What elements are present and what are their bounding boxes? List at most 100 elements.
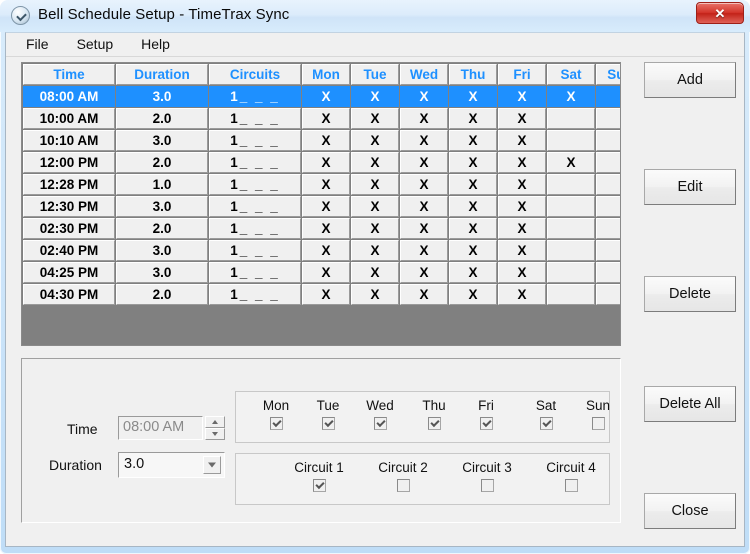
day-checkbox-fri[interactable]: Fri: [464, 398, 508, 435]
column-header-duration[interactable]: Duration: [116, 64, 208, 85]
schedule-grid[interactable]: Time Duration Circuits Mon Tue Wed Thu F…: [21, 62, 621, 346]
checkbox-icon[interactable]: [396, 479, 410, 492]
day-checkbox-label: Wed: [366, 398, 394, 413]
circuit-checkbox-4[interactable]: Circuit 4: [536, 460, 606, 497]
day-checkbox-mon[interactable]: Mon: [254, 398, 298, 435]
add-button[interactable]: Add: [644, 62, 736, 98]
checkbox-icon[interactable]: [269, 417, 283, 430]
table-row[interactable]: 12:28 PM 1.0 1 _ _ _ X X X X X: [23, 174, 620, 195]
menu-item-file[interactable]: File: [18, 34, 61, 55]
delete-button[interactable]: Delete: [644, 276, 736, 312]
checkbox-icon[interactable]: [591, 417, 605, 430]
table-row[interactable]: 10:00 AM 2.0 1 _ _ _ X X X X X: [23, 108, 620, 129]
cell-circuits: 1 _ _ _: [209, 262, 301, 283]
edit-button[interactable]: Edit: [644, 169, 736, 205]
day-checkbox-label: Sat: [535, 398, 557, 413]
table-row[interactable]: 12:30 PM 3.0 1 _ _ _ X X X X X: [23, 196, 620, 217]
cell-circuits: 1 _ _ _: [209, 284, 301, 305]
cell-circuits: 1 _ _ _: [209, 152, 301, 173]
spinner-down-icon[interactable]: [205, 428, 225, 440]
time-spinner[interactable]: [205, 416, 225, 440]
cell-duration: 1.0: [116, 174, 208, 195]
table-body: 08:00 AM 3.0 1 _ _ _ X X X X X X 10:00 AM 2.0 1 _ _ _…: [23, 86, 620, 305]
table-row[interactable]: 02:30 PM 2.0 1 _ _ _ X X X X X: [23, 218, 620, 239]
day-checkbox-label: Thu: [422, 398, 446, 413]
schedule-table: Time Duration Circuits Mon Tue Wed Thu F…: [22, 63, 620, 306]
cell-day-sat: [547, 174, 595, 195]
day-checkbox-sat[interactable]: Sat: [524, 398, 568, 435]
spinner-up-icon[interactable]: [205, 416, 225, 428]
cell-time: 04:30 PM: [23, 284, 115, 305]
duration-dropdown[interactable]: 3.0: [118, 452, 225, 478]
cell-day-thu: X: [449, 130, 497, 151]
cell-day-mon: X: [302, 262, 350, 283]
circuit-checkbox-3[interactable]: Circuit 3: [452, 460, 522, 497]
cell-day-sun: [596, 196, 620, 217]
checkbox-icon[interactable]: [539, 417, 553, 430]
client-area: File Setup Help Time Duration Circuits M…: [5, 32, 745, 547]
column-header-tue[interactable]: Tue: [351, 64, 399, 85]
checkbox-icon[interactable]: [321, 417, 335, 430]
checkbox-icon[interactable]: [480, 479, 494, 492]
day-checkbox-label: Sun: [585, 398, 611, 413]
checkbox-icon[interactable]: [479, 417, 493, 430]
close-icon: ✕: [714, 5, 726, 21]
table-row[interactable]: 02:40 PM 3.0 1 _ _ _ X X X X X: [23, 240, 620, 261]
column-header-circuits[interactable]: Circuits: [209, 64, 301, 85]
cell-day-mon: X: [302, 86, 350, 107]
cell-duration: 3.0: [116, 86, 208, 107]
cell-circuits: 1 _ _ _: [209, 86, 301, 107]
menu-bar: File Setup Help: [6, 33, 744, 57]
cell-day-sun: [596, 130, 620, 151]
cell-day-mon: X: [302, 218, 350, 239]
cell-circuits: 1 _ _ _: [209, 240, 301, 261]
menu-item-help[interactable]: Help: [133, 34, 182, 55]
chevron-down-icon[interactable]: [203, 456, 221, 474]
day-checkbox-sun[interactable]: Sun: [576, 398, 620, 435]
close-window-button[interactable]: ✕: [696, 2, 744, 24]
cell-day-fri: X: [498, 218, 546, 239]
checkbox-icon[interactable]: [373, 417, 387, 430]
column-header-sun[interactable]: Sun: [596, 64, 620, 85]
cell-day-fri: X: [498, 174, 546, 195]
table-row[interactable]: 10:10 AM 3.0 1 _ _ _ X X X X X: [23, 130, 620, 151]
cell-day-fri: X: [498, 262, 546, 283]
column-header-time[interactable]: Time: [23, 64, 115, 85]
cell-day-wed: X: [400, 174, 448, 195]
checkbox-icon[interactable]: [312, 479, 326, 492]
table-row[interactable]: 12:00 PM 2.0 1 _ _ _ X X X X X X: [23, 152, 620, 173]
cell-time: 12:00 PM: [23, 152, 115, 173]
column-header-thu[interactable]: Thu: [449, 64, 497, 85]
cell-day-fri: X: [498, 196, 546, 217]
time-field-label: Time: [67, 421, 98, 437]
cell-day-thu: X: [449, 218, 497, 239]
clock-icon: [11, 6, 30, 25]
cell-day-sun: [596, 218, 620, 239]
menu-item-setup[interactable]: Setup: [69, 34, 126, 55]
column-header-wed[interactable]: Wed: [400, 64, 448, 85]
day-checkbox-label: Mon: [262, 398, 290, 413]
cell-day-fri: X: [498, 86, 546, 107]
time-input[interactable]: 08:00 AM: [118, 416, 203, 440]
circuit-checkbox-1[interactable]: Circuit 1: [284, 460, 354, 497]
day-checkbox-label: Tue: [316, 398, 340, 413]
circuit-checkbox-2[interactable]: Circuit 2: [368, 460, 438, 497]
table-row[interactable]: 04:30 PM 2.0 1 _ _ _ X X X X X: [23, 284, 620, 305]
day-checkbox-tue[interactable]: Tue: [306, 398, 350, 435]
column-header-mon[interactable]: Mon: [302, 64, 350, 85]
table-row[interactable]: 08:00 AM 3.0 1 _ _ _ X X X X X X: [23, 86, 620, 107]
delete-all-button[interactable]: Delete All: [644, 386, 736, 422]
column-header-fri[interactable]: Fri: [498, 64, 546, 85]
cell-day-thu: X: [449, 86, 497, 107]
title-bar: Bell Schedule Setup - TimeTrax Sync ✕: [0, 0, 750, 32]
cell-day-wed: X: [400, 108, 448, 129]
column-header-sat[interactable]: Sat: [547, 64, 595, 85]
cell-day-tue: X: [351, 130, 399, 151]
checkbox-icon[interactable]: [427, 417, 441, 430]
checkbox-icon[interactable]: [564, 479, 578, 492]
duration-selected-value: 3.0: [124, 456, 145, 472]
table-row[interactable]: 04:25 PM 3.0 1 _ _ _ X X X X X: [23, 262, 620, 283]
day-checkbox-wed[interactable]: Wed: [358, 398, 402, 435]
day-checkbox-thu[interactable]: Thu: [412, 398, 456, 435]
close-button[interactable]: Close: [644, 493, 736, 529]
